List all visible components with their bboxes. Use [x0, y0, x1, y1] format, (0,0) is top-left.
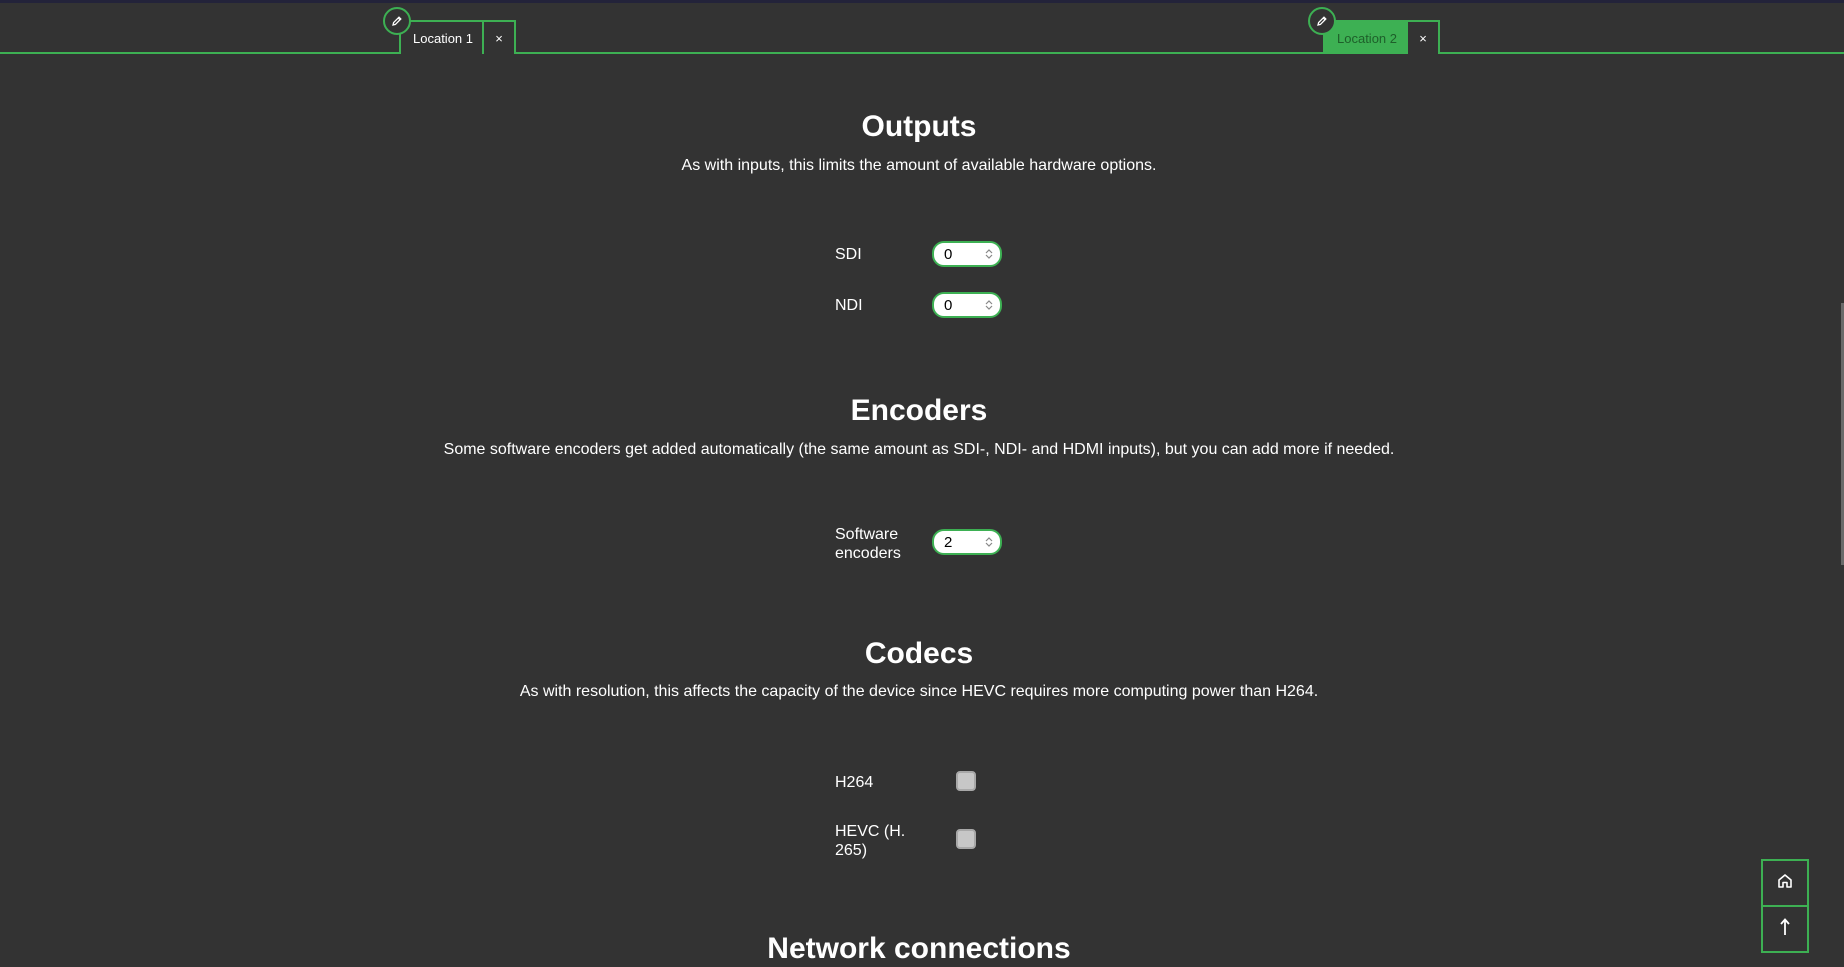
sdi-number-input[interactable]: 0: [932, 241, 1002, 267]
outputs-title: Outputs: [861, 110, 977, 143]
network-connections-title: Network connections: [767, 932, 1071, 965]
home-button[interactable]: [1761, 859, 1809, 907]
ndi-number-input[interactable]: 0: [932, 292, 1002, 318]
sdi-value[interactable]: 0: [944, 246, 982, 263]
outputs-description: As with inputs, this limits the amount o…: [681, 157, 1157, 174]
h264-checkbox[interactable]: [956, 771, 976, 791]
scroll-to-top-button[interactable]: [1761, 905, 1809, 953]
home-icon: [1776, 872, 1794, 895]
tab-location-2[interactable]: Location 2 ×: [1323, 20, 1440, 54]
location-tab-bar: [0, 3, 1844, 53]
codecs-title: Codecs: [864, 637, 974, 670]
hevc-label: HEVC (H. 265): [835, 823, 906, 859]
hevc-checkbox[interactable]: [956, 829, 976, 849]
codecs-description: As with resolution, this affects the cap…: [519, 683, 1319, 700]
spinner-arrows-icon[interactable]: [982, 536, 996, 548]
tab-bar-underline: [0, 52, 1844, 54]
spinner-arrows-icon[interactable]: [982, 299, 996, 311]
software-encoders-label: Software encoders: [835, 526, 901, 562]
software-encoders-number-input[interactable]: 2: [932, 529, 1002, 555]
software-encoders-value[interactable]: 2: [944, 534, 982, 551]
encoders-title: Encoders: [850, 394, 988, 427]
tab-label[interactable]: Location 1: [399, 20, 484, 54]
ndi-value[interactable]: 0: [944, 297, 982, 314]
tab-label[interactable]: Location 2: [1323, 20, 1408, 54]
encoders-description: Some software encoders get added automat…: [443, 441, 1395, 458]
ndi-label: NDI: [835, 297, 863, 314]
tab-close-button[interactable]: ×: [1408, 20, 1440, 54]
tab-close-button[interactable]: ×: [484, 20, 516, 54]
pencil-icon[interactable]: [1308, 7, 1336, 35]
arrow-up-icon: [1778, 917, 1792, 942]
spinner-arrows-icon[interactable]: [982, 248, 996, 260]
pencil-icon[interactable]: [383, 7, 411, 35]
tab-location-1[interactable]: Location 1 ×: [399, 20, 516, 54]
h264-label: H264: [835, 774, 874, 791]
sdi-label: SDI: [835, 246, 862, 263]
